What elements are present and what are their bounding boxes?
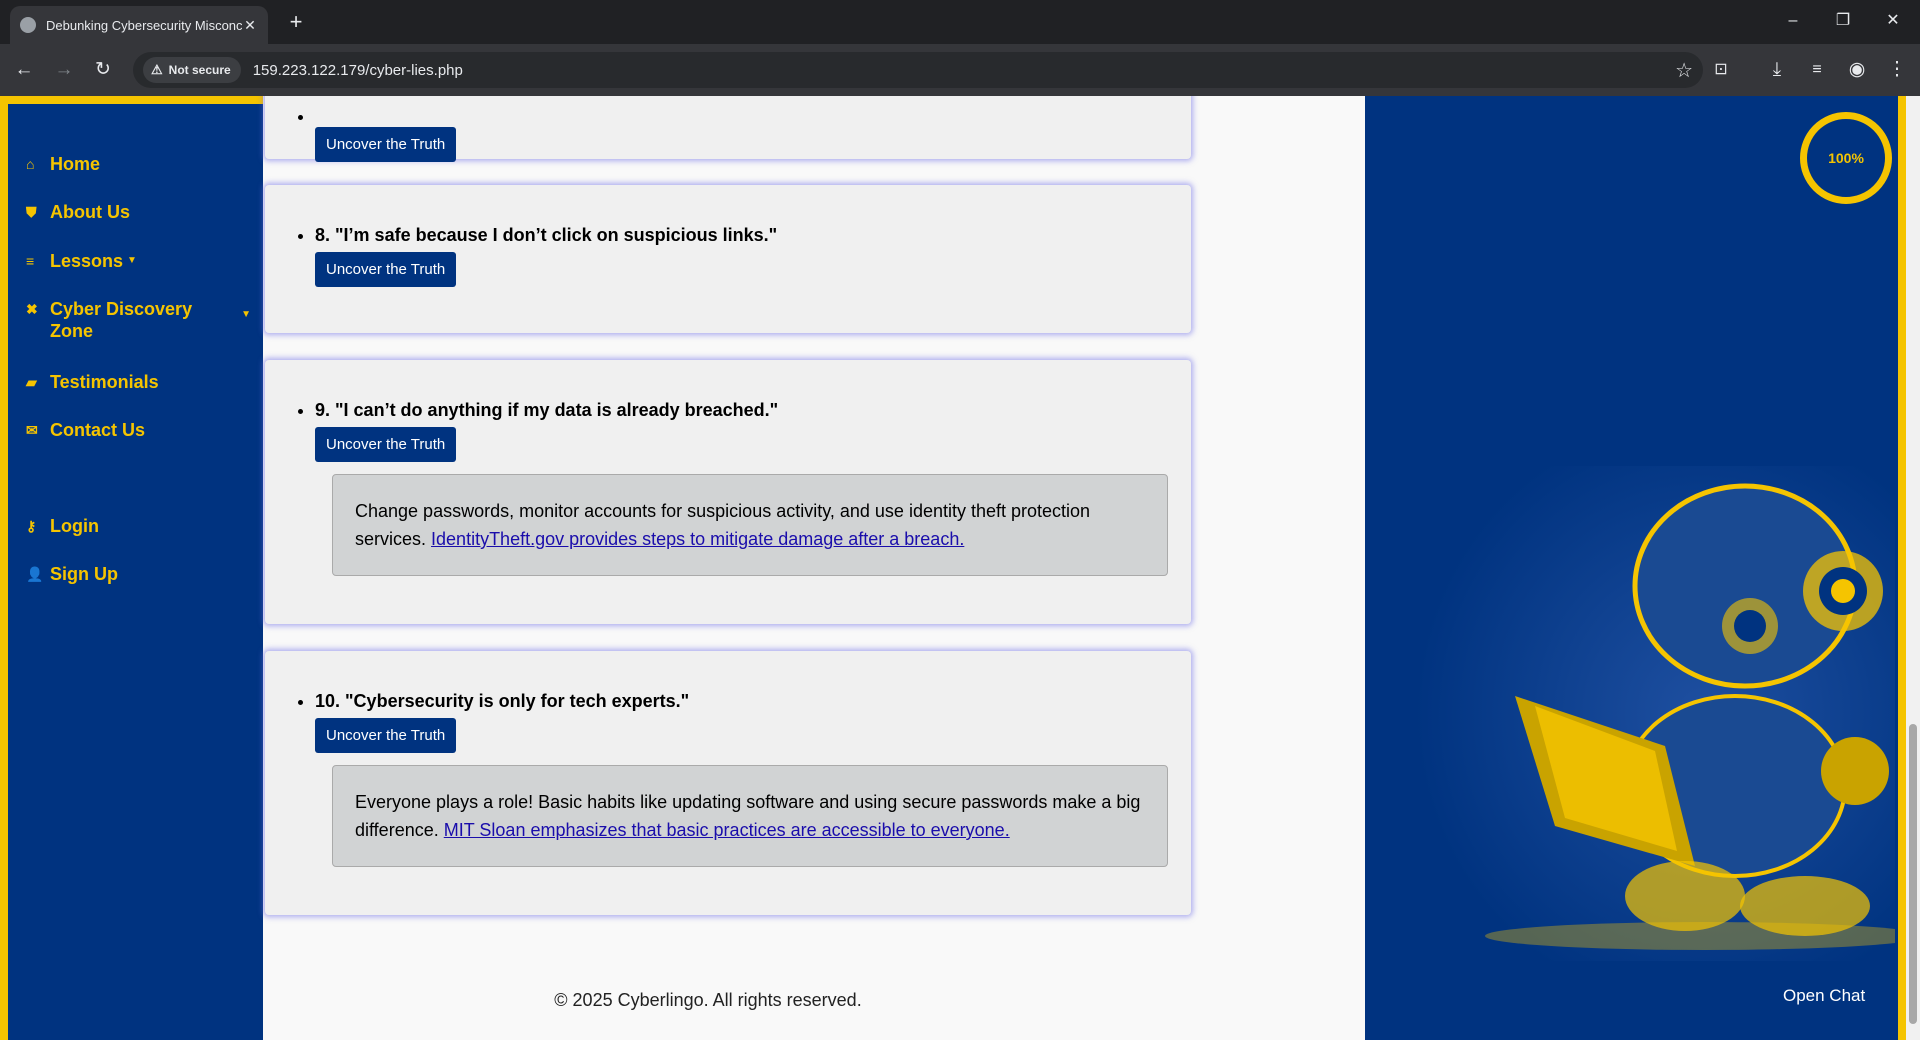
comment-icon: ▰	[26, 374, 37, 390]
myth-list: 9. "I can’t do anything if my data is al…	[315, 400, 778, 462]
sidebar: ⌂ Home ⛊ About Us ≡ Lessons ▼ ✖ Cyber Di…	[0, 96, 263, 1040]
home-icon: ⌂	[26, 156, 35, 172]
sidebar-item-cyber-discovery-zone[interactable]: ✖ Cyber Discovery Zone ▼	[26, 298, 251, 342]
sidebar-item-testimonials[interactable]: ▰ Testimonials	[26, 371, 159, 393]
forward-icon[interactable]: →	[50, 56, 78, 84]
progress-ring: 100%	[1800, 112, 1892, 204]
minimize-button[interactable]: –	[1768, 0, 1818, 44]
download-icon[interactable]: ⤓	[1763, 56, 1791, 84]
menu-icon[interactable]: ⋮	[1883, 56, 1911, 84]
source-link[interactable]: MIT Sloan emphasizes that basic practice…	[444, 820, 1010, 840]
myth-list: 10. "Cybersecurity is only for tech expe…	[315, 691, 689, 753]
address-bar[interactable]: ⚠ Not secure 159.223.122.179/cyber-lies.…	[133, 52, 1703, 88]
sidebar-item-label: Home	[50, 154, 101, 174]
reload-icon[interactable]: ↻	[89, 56, 117, 84]
sidebar-item-label: About Us	[50, 202, 130, 222]
open-chat-button[interactable]: Open Chat	[1783, 986, 1865, 1006]
lens-icon[interactable]: ⊡	[1707, 56, 1735, 84]
truth-panel: Everyone plays a role! Basic habits like…	[332, 765, 1168, 867]
new-tab-button[interactable]: +	[282, 8, 310, 36]
right-panel: 100% Open Chat	[1365, 96, 1898, 1040]
chevron-down-icon: ▼	[127, 255, 137, 266]
myth-title: 10. "Cybersecurity is only for tech expe…	[315, 691, 690, 711]
sidebar-item-lessons[interactable]: ≡ Lessons ▼	[26, 250, 137, 272]
close-window-button[interactable]: ✕	[1868, 0, 1918, 44]
chevron-down-icon: ▼	[241, 309, 251, 320]
progress-value: 100%	[1828, 150, 1864, 166]
url-text[interactable]: 159.223.122.179/cyber-lies.php	[253, 62, 463, 79]
page-viewport: ⌂ Home ⛊ About Us ≡ Lessons ▼ ✖ Cyber Di…	[0, 96, 1920, 1040]
shield-icon: ⛊	[26, 204, 37, 220]
main-content: Uncover the Truth 8. "I’m safe because I…	[263, 96, 1365, 1040]
source-link[interactable]: IdentityTheft.gov provides steps to miti…	[431, 529, 964, 549]
bookmark-star-icon[interactable]: ☆	[1675, 58, 1693, 83]
sidebar-item-label: Login	[50, 516, 99, 536]
uncover-truth-button[interactable]: Uncover the Truth	[315, 718, 457, 753]
sidebar-item-label: Contact Us	[50, 420, 146, 440]
list-icon: ≡	[26, 253, 35, 269]
envelope-icon: ✉	[26, 422, 38, 438]
sidebar-item-about[interactable]: ⛊ About Us	[26, 201, 130, 223]
myth-list: Uncover the Truth	[315, 106, 457, 162]
sidebar-item-signup[interactable]: 👤 Sign Up	[26, 563, 118, 585]
myth-title: 8. "I’m safe because I don’t click on su…	[315, 225, 778, 245]
back-icon[interactable]: ←	[10, 56, 38, 84]
close-tab-icon[interactable]: ✕	[242, 17, 258, 34]
sidebar-item-contact[interactable]: ✉ Contact Us	[26, 419, 145, 441]
sidebar-item-label: Sign Up	[50, 564, 118, 584]
uncover-truth-button[interactable]: Uncover the Truth	[315, 252, 457, 287]
myth-item: Uncover the Truth	[315, 106, 457, 162]
myth-card: 9. "I can’t do anything if my data is al…	[265, 360, 1191, 624]
restore-button[interactable]: ❐	[1818, 0, 1868, 44]
truth-panel: Change passwords, monitor accounts for s…	[332, 474, 1168, 576]
myth-card: 10. "Cybersecurity is only for tech expe…	[265, 651, 1191, 915]
security-chip[interactable]: ⚠ Not secure	[143, 57, 241, 83]
globe-icon	[20, 17, 36, 33]
browser-toolbar: ← → ↻ ⚠ Not secure 159.223.122.179/cyber…	[0, 44, 1920, 96]
tab-title: Debunking Cybersecurity Misconc	[46, 17, 242, 33]
scrollbar[interactable]	[1906, 96, 1920, 1040]
sidebar-item-label: Lessons	[50, 251, 124, 271]
uncover-truth-button[interactable]: Uncover the Truth	[315, 427, 457, 462]
myth-list: 8. "I’m safe because I don’t click on su…	[315, 225, 777, 287]
media-icon[interactable]: ≡	[1803, 56, 1831, 84]
browser-tab-bar: Debunking Cybersecurity Misconc ✕ + – ❐ …	[0, 0, 1920, 44]
profile-icon[interactable]: ◉	[1843, 56, 1871, 84]
security-label: Not secure	[168, 63, 231, 77]
myth-item: 9. "I can’t do anything if my data is al…	[315, 400, 778, 462]
sidebar-item-login[interactable]: ⚷ Login	[26, 515, 99, 537]
footer-copyright: © 2025 Cyberlingo. All rights reserved.	[554, 990, 862, 1010]
robot-reading-illustration	[1415, 466, 1895, 961]
sidebar-item-label: Testimonials	[50, 372, 159, 392]
sidebar-item-label: Cyber Discovery Zone	[50, 299, 193, 341]
uncover-truth-button[interactable]: Uncover the Truth	[315, 127, 457, 162]
myth-item: 8. "I’m safe because I don’t click on su…	[315, 225, 777, 287]
puzzle-icon: ✖	[26, 301, 38, 317]
sidebar-item-home[interactable]: ⌂ Home	[26, 153, 100, 175]
myth-item: 10. "Cybersecurity is only for tech expe…	[315, 691, 689, 753]
user-icon: 👤	[26, 566, 44, 582]
scrollbar-thumb[interactable]	[1909, 724, 1917, 1024]
myth-card: Uncover the Truth	[265, 96, 1191, 162]
myth-card: 8. "I’m safe because I don’t click on su…	[265, 185, 1191, 333]
myth-title: 9. "I can’t do anything if my data is al…	[315, 400, 779, 420]
warning-icon: ⚠	[151, 62, 163, 77]
browser-tab[interactable]: Debunking Cybersecurity Misconc ✕	[10, 6, 268, 44]
key-icon: ⚷	[26, 518, 37, 534]
accent-border	[1898, 96, 1906, 1040]
